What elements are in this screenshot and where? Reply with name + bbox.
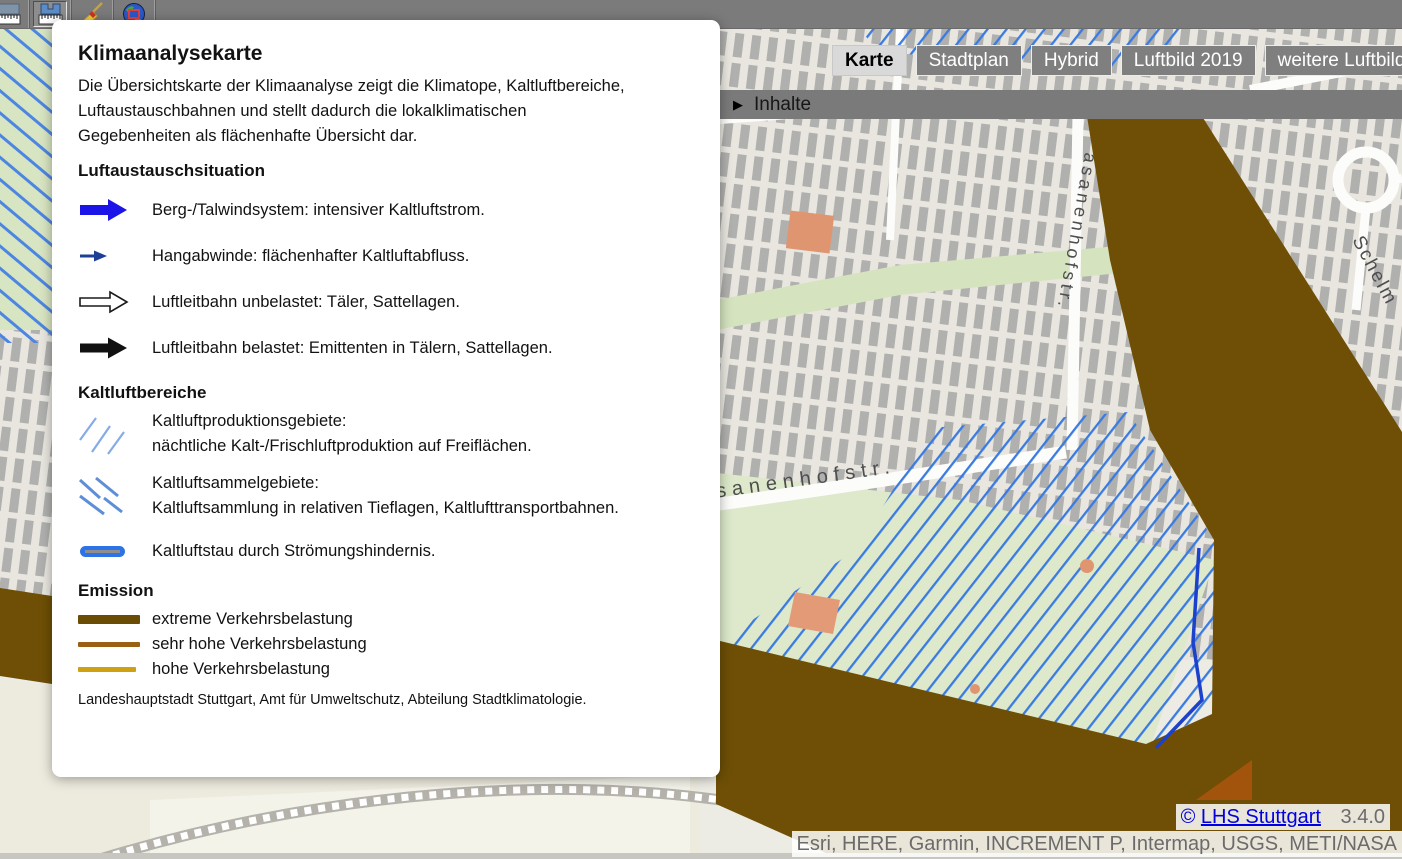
- legend-item: Hangabwinde: flächenhafter Kaltluftabflu…: [78, 233, 694, 279]
- legend-section-luftaustausch: Luftaustauschsituation: [78, 161, 694, 181]
- version-number: 3.4.0: [1341, 806, 1385, 828]
- legend-item-label: Kaltluftstau durch Strömungshindernis.: [152, 539, 435, 564]
- ruler-distance-icon: [0, 2, 21, 26]
- legend-item-label: sehr hohe Verkehrsbelastung: [152, 632, 367, 657]
- dark-brown-line-icon: [78, 615, 152, 624]
- gold-line-icon: [78, 667, 152, 672]
- small-navy-arrow-icon: [78, 249, 152, 263]
- legend-source: Landeshauptstadt Stuttgart, Amt für Umwe…: [78, 692, 694, 708]
- legend-item: extreme Verkehrsbelastung: [78, 607, 694, 632]
- copyright-symbol: ©: [1181, 806, 1196, 828]
- legend-item: Luftleitbahn unbelastet: Täler, Sattella…: [78, 279, 694, 325]
- black-arrow-icon: [78, 336, 152, 360]
- basemap-sources: Esri, HERE, Garmin, INCREMENT P, Interma…: [792, 831, 1402, 857]
- legend-item: hohe Verkehrsbelastung: [78, 657, 694, 682]
- contents-panel-header[interactable]: ▶ Inhalte: [718, 90, 1402, 119]
- map-attribution: © LHS Stuttgart 3.4.0 Esri, HERE, Garmin…: [792, 804, 1402, 857]
- bold-blue-arrow-icon: [78, 198, 152, 222]
- blue-capsule-icon: [78, 543, 152, 559]
- basemap-karte-button[interactable]: Karte: [832, 45, 907, 76]
- app-window: asanenhofstr. asanenhofstr. Schelm: [0, 0, 1402, 859]
- basemap-stadtplan-button[interactable]: Stadtplan: [916, 45, 1022, 76]
- legend-section-emission: Emission: [78, 581, 694, 601]
- legend-item: sehr hohe Verkehrsbelastung: [78, 632, 694, 657]
- legend-item-label: Berg-/Talwindsystem: intensiver Kaltluft…: [152, 198, 485, 223]
- legend-title: Klimaanalysekarte: [78, 42, 694, 66]
- legend-item-label: extreme Verkehrsbelastung: [152, 607, 353, 632]
- brown-line-icon: [78, 642, 152, 647]
- basemap-weitere-luftbilder-button[interactable]: weitere Luftbilder: [1265, 45, 1402, 76]
- legend-section-kaltluftbereiche: Kaltluftbereiche: [78, 383, 694, 403]
- toolbar-separator: [28, 0, 30, 28]
- legend-item: Kaltluftstau durch Strömungshindernis.: [78, 533, 694, 569]
- contents-panel-title: Inhalte: [754, 94, 811, 116]
- legend-item-label: Kaltluftsammelgebiete: Kaltluftsammlung …: [152, 471, 619, 521]
- legend-item: Kaltluftsammelgebiete: Kaltluftsammlung …: [78, 471, 694, 521]
- legend-item-label: Luftleitbahn unbelastet: Täler, Sattella…: [152, 290, 460, 315]
- basemap-hybrid-button[interactable]: Hybrid: [1031, 45, 1112, 76]
- basemap-switcher: Karte Stadtplan Hybrid Luftbild 2019 wei…: [832, 45, 1402, 76]
- expand-arrow-icon: ▶: [733, 98, 743, 111]
- legend-item: Luftleitbahn belastet: Emittenten in Täl…: [78, 325, 694, 371]
- legend-item: Kaltluftproduktionsgebiete: nächtliche K…: [78, 409, 694, 459]
- legend-item-label: hohe Verkehrsbelastung: [152, 657, 330, 682]
- legend-item-label: Hangabwinde: flächenhafter Kaltluftabflu…: [152, 244, 469, 269]
- measure-distance-button[interactable]: [0, 1, 25, 27]
- legend-description: Die Übersichtskarte der Klimaanalyse zei…: [78, 74, 634, 149]
- legend-item: Berg-/Talwindsystem: intensiver Kaltluft…: [78, 187, 694, 233]
- lhs-stuttgart-link[interactable]: LHS Stuttgart: [1201, 806, 1321, 828]
- blue-hatch-icon: [78, 474, 152, 518]
- light-blue-hatch-icon: [78, 412, 152, 456]
- legend-panel: Klimaanalysekarte Die Übersichtskarte de…: [52, 20, 720, 777]
- white-outline-arrow-icon: [78, 290, 152, 314]
- legend-item-label: Luftleitbahn belastet: Emittenten in Täl…: [152, 336, 553, 361]
- legend-item-label: Kaltluftproduktionsgebiete: nächtliche K…: [152, 409, 532, 459]
- basemap-luftbild2019-button[interactable]: Luftbild 2019: [1121, 45, 1256, 76]
